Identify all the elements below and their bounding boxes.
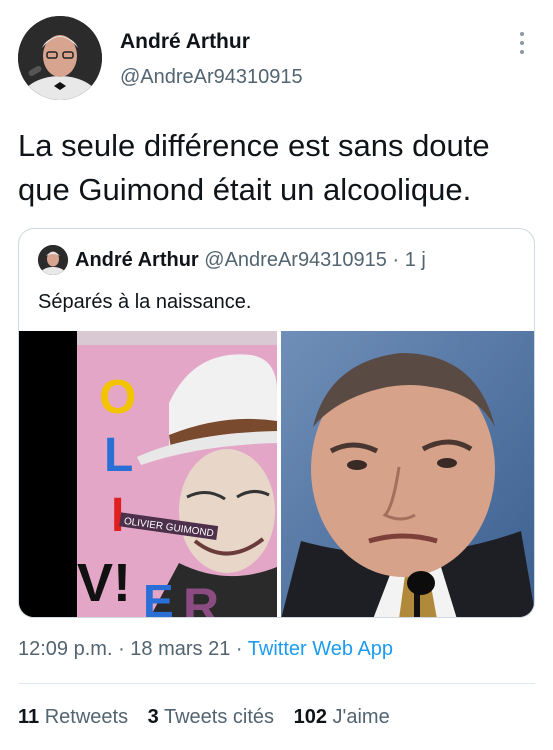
quoted-header: André Arthur @AndreAr94310915 · 1 j	[75, 249, 426, 272]
quote-tweets-count: 3	[147, 706, 159, 728]
likes-label: J'aime	[332, 706, 390, 728]
quote-tweets-label: Tweets cités	[163, 706, 275, 728]
author-avatar[interactable]	[18, 16, 102, 100]
engagement-stats: 11 Retweets 3 Tweets cités 102 J'aime	[18, 706, 404, 729]
poster-letter-r: R	[183, 578, 219, 618]
separator-dot: ·	[112, 638, 131, 660]
likes-stat[interactable]: 102 J'aime	[294, 706, 390, 728]
media-image-poster[interactable]: O L I V! E R OLIVIER GUIMOND	[19, 331, 277, 618]
poster-letter-e: E	[143, 575, 174, 618]
quoted-text: Séparés à la naissance.	[38, 291, 252, 313]
tweet-text: La seule différence est sans doute que G…	[18, 128, 490, 207]
poster-letter-l: L	[104, 429, 133, 482]
poster-letter-v: V!	[77, 553, 131, 613]
timestamp-row: 12:09 p.m. · 18 mars 21 · Twitter Web Ap…	[18, 638, 393, 661]
author-handle[interactable]: @AndreAr94310915	[120, 66, 303, 89]
retweets-label: Retweets	[44, 706, 129, 728]
media-image-portrait[interactable]	[281, 331, 534, 617]
tweet-date[interactable]: 18 mars 21	[130, 638, 230, 660]
author-name[interactable]: André Arthur	[120, 30, 250, 54]
separator-dot: ·	[230, 638, 248, 660]
quoted-media[interactable]: O L I V! E R OLIVIER GUIMOND	[19, 331, 534, 618]
retweets-stat[interactable]: 11 Retweets	[18, 706, 128, 728]
tweet-source-link[interactable]: Twitter Web App	[248, 638, 393, 660]
tweet-time[interactable]: 12:09 p.m.	[18, 638, 113, 660]
quoted-meta: @AndreAr94310915 · 1 j	[204, 249, 426, 271]
divider	[18, 683, 535, 684]
quoted-tweet-card[interactable]: André Arthur @AndreAr94310915 · 1 j Sépa…	[18, 228, 535, 618]
more-vertical-icon[interactable]	[512, 30, 532, 56]
retweets-count: 11	[18, 706, 40, 728]
likes-count: 102	[293, 706, 327, 728]
quoted-author-name: André Arthur	[75, 249, 199, 271]
quote-tweets-stat[interactable]: 3 Tweets cités	[148, 706, 274, 728]
poster-letter-o: O	[99, 371, 136, 424]
quoted-author-avatar	[38, 245, 68, 275]
